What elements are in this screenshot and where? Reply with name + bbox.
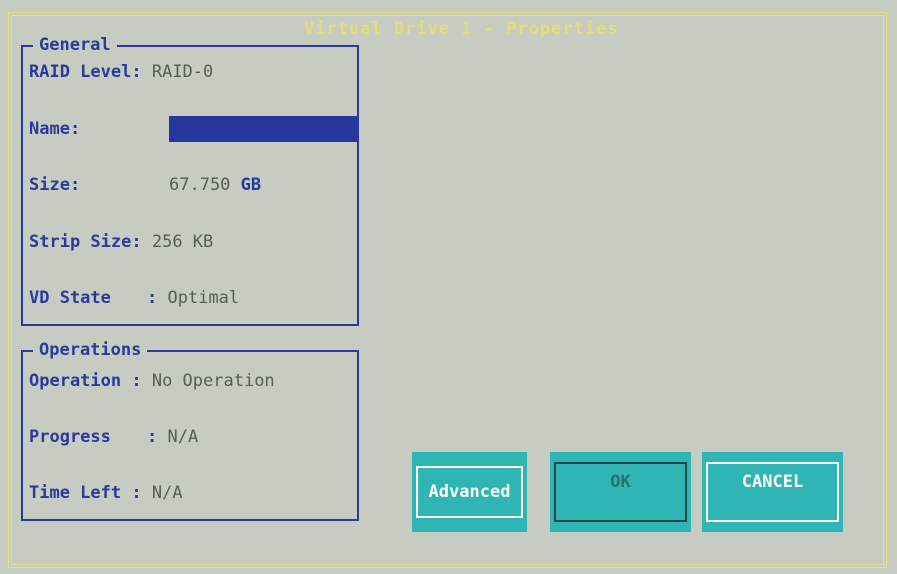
general-group-title: General: [33, 35, 117, 55]
size-unit: GB: [240, 175, 262, 195]
progress-label: Progress: [29, 427, 111, 447]
vd-state-label: VD State: [29, 288, 111, 308]
advanced-button-label: Advanced: [416, 466, 523, 518]
progress-separator: :: [147, 427, 158, 447]
raid-level-value: RAID-0: [151, 62, 214, 82]
vd-state-value: Optimal: [167, 288, 240, 308]
progress-value-row: : N/A: [147, 426, 198, 448]
operation-value: No Operation: [151, 371, 275, 391]
operations-group: Operations Operation : No Operation Prog…: [21, 340, 359, 521]
name-field[interactable]: [169, 116, 357, 142]
vd-state-separator: :: [147, 288, 158, 308]
strip-size-row: Strip Size: 256 KB: [29, 231, 213, 253]
progress-row: Progress: [29, 426, 111, 448]
vd-state-value-row: : Optimal: [147, 287, 239, 309]
cancel-button[interactable]: CANCEL: [702, 452, 843, 532]
operation-row: Operation : No Operation: [29, 370, 275, 392]
name-label: Name:: [29, 119, 81, 139]
size-label: Size:: [29, 175, 81, 195]
strip-size-label: Strip Size:: [29, 232, 142, 252]
operations-group-title: Operations: [33, 340, 148, 360]
size-row: Size:: [29, 174, 80, 196]
advanced-button[interactable]: Advanced: [412, 452, 527, 532]
operation-label: Operation :: [29, 371, 142, 391]
ok-button-label: OK: [554, 462, 687, 522]
raid-level-row: RAID Level: RAID-0: [29, 61, 213, 83]
strip-size-value: 256 KB: [151, 232, 214, 252]
vd-state-row: VD State: [29, 287, 111, 309]
time-left-label: Time Left :: [29, 483, 142, 503]
time-left-value: N/A: [151, 483, 183, 503]
size-value-row: 67.750 GB: [169, 174, 261, 196]
progress-value: N/A: [167, 427, 199, 447]
raid-level-label: RAID Level:: [29, 62, 142, 82]
size-value: 67.750: [169, 175, 231, 195]
bios-screen: Virtual Drive 1 - Properties General RAI…: [0, 0, 897, 574]
time-left-row: Time Left : N/A: [29, 482, 183, 504]
name-row: Name:: [29, 118, 80, 140]
dialog-title: Virtual Drive 1 - Properties: [302, 19, 621, 39]
cancel-button-label: CANCEL: [706, 462, 839, 522]
ok-button[interactable]: OK: [550, 452, 691, 532]
general-group: General RAID Level: RAID-0 Name: Size: 6…: [21, 35, 359, 326]
